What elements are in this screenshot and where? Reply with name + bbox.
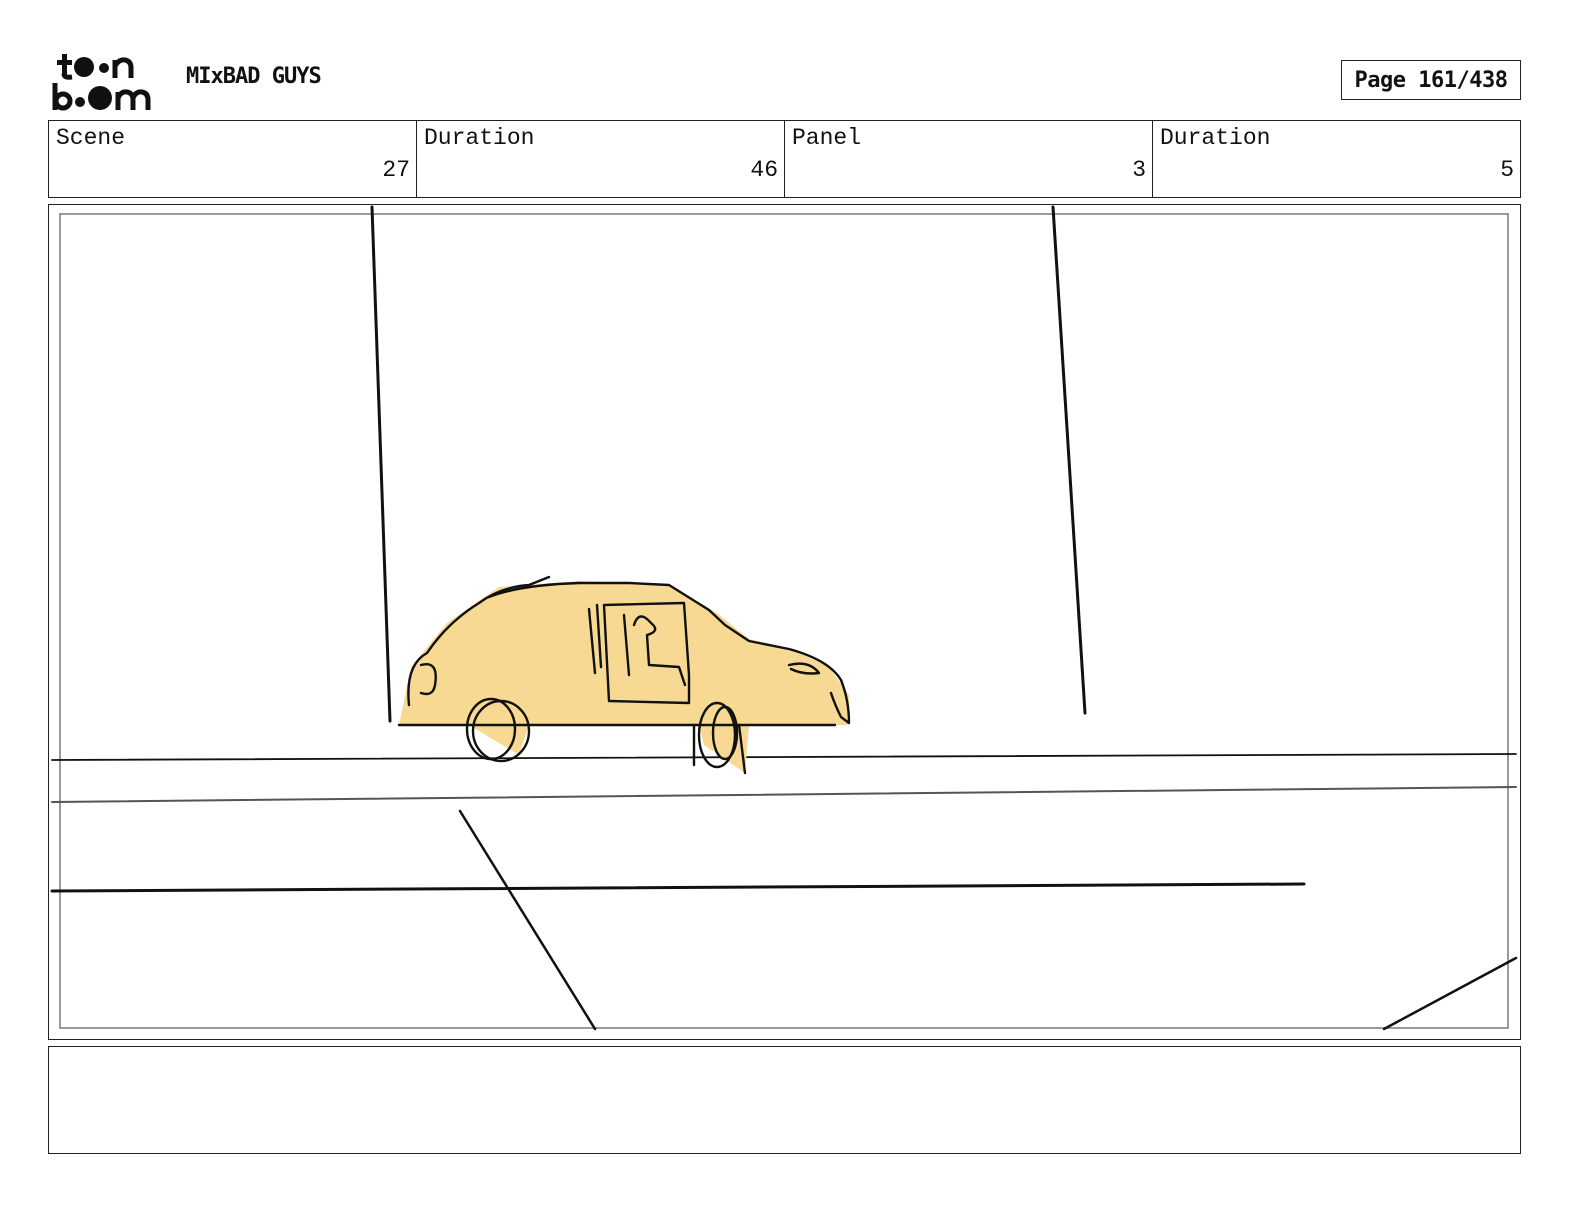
storyboard-panel (48, 204, 1521, 1040)
scene-duration-value: 46 (750, 157, 778, 183)
panel-value: 3 (1132, 157, 1146, 183)
scene-value: 27 (382, 157, 410, 183)
project-title: MIxBAD GUYS (186, 64, 322, 89)
info-bar: Scene 27 Duration 46 Panel 3 Duration 5 (48, 120, 1521, 198)
scene-duration-cell: Duration 46 (417, 121, 785, 197)
storyboard-sketch (50, 205, 1518, 1031)
car-sketch (397, 575, 851, 775)
scene-label: Scene (56, 125, 126, 151)
panel-duration-label: Duration (1160, 125, 1271, 151)
scene-cell: Scene 27 (49, 121, 417, 197)
panel-label: Panel (792, 125, 862, 151)
toon-boom-logo-icon (52, 54, 151, 111)
page-number: Page 161/438 (1341, 60, 1521, 100)
scene-duration-label: Duration (424, 125, 535, 151)
panel-cell: Panel 3 (785, 121, 1153, 197)
panel-duration-value: 5 (1500, 157, 1514, 183)
panel-notes (48, 1046, 1521, 1154)
panel-duration-cell: Duration 5 (1153, 121, 1520, 197)
